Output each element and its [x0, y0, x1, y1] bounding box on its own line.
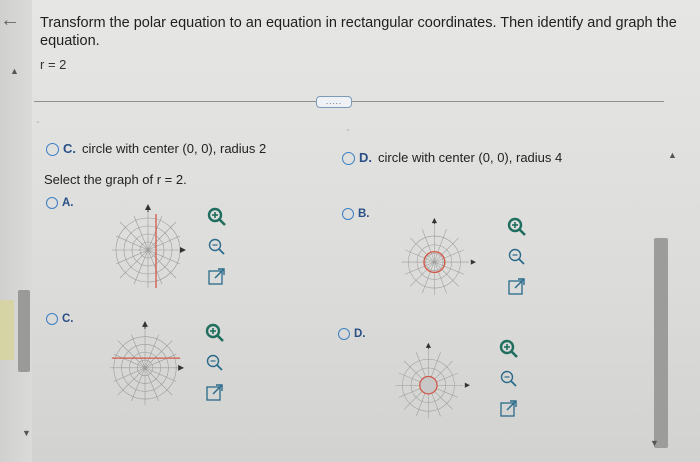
zoom-out-icon[interactable] [498, 368, 520, 390]
option-letter: B. [358, 208, 370, 221]
scroll-up-icon[interactable]: ▲ [668, 150, 677, 160]
scroll-down-icon[interactable]: ▼ [650, 438, 659, 448]
graph-option-a[interactable]: A. [46, 197, 74, 209]
zoom-in-icon[interactable] [204, 322, 226, 344]
open-new-window-icon[interactable] [506, 276, 528, 298]
graph-option-d[interactable]: D. [338, 328, 366, 340]
left-highlight [0, 300, 14, 360]
graph-tools-d [498, 338, 522, 428]
graph-tools-a [206, 206, 230, 296]
choice-c[interactable]: C. circle with center (0, 0), radius 2 [46, 141, 267, 157]
option-letter: C. [62, 313, 74, 326]
zoom-out-icon[interactable] [204, 352, 226, 374]
open-new-window-icon[interactable] [206, 266, 228, 288]
graph-tools-c [204, 322, 228, 412]
right-scrollbar[interactable] [654, 238, 668, 448]
tick-mark: - [36, 116, 40, 128]
question-prompt: Transform the polar equation to an equat… [40, 15, 677, 49]
graph-tools-b [506, 216, 530, 306]
choice-text: circle with center (0, 0), radius 4 [378, 150, 563, 165]
graph-option-b[interactable]: B. [342, 208, 370, 220]
polar-equation: r = 2 [40, 57, 67, 72]
polar-graph-a [112, 204, 186, 288]
zoom-out-icon[interactable] [206, 236, 228, 258]
radio-d[interactable] [342, 152, 355, 166]
radio-a[interactable] [46, 197, 58, 209]
zoom-in-icon[interactable] [506, 216, 528, 238]
page: ← ▲ ▼ Transform the polar equation to an… [0, 0, 700, 462]
scroll-down-icon[interactable]: ▼ [22, 428, 31, 438]
choice-d[interactable]: D. circle with center (0, 0), radius 4 [342, 150, 563, 166]
polar-graph-b [401, 217, 476, 295]
choice-letter: D. [359, 150, 372, 165]
open-new-window-icon[interactable] [204, 382, 226, 404]
radio-d-graph[interactable] [338, 328, 350, 340]
radio-b[interactable] [342, 208, 354, 220]
polar-graph-d [395, 342, 470, 419]
zoom-in-icon[interactable] [206, 206, 228, 228]
zoom-in-icon[interactable] [498, 338, 520, 360]
select-graph-instruction: Select the graph of r = 2. [44, 172, 187, 187]
back-arrow-icon[interactable]: ← [0, 8, 20, 32]
option-letter: D. [354, 328, 366, 341]
tick-mark: - [346, 124, 350, 136]
left-scrollbar[interactable] [18, 290, 30, 372]
zoom-out-icon[interactable] [506, 246, 528, 268]
polar-graph-c [109, 321, 184, 405]
radio-c-graph[interactable] [46, 313, 58, 325]
graph-option-c[interactable]: C. [46, 313, 74, 325]
option-letter: A. [62, 197, 74, 210]
choice-letter: C. [63, 141, 76, 156]
open-new-window-icon[interactable] [498, 398, 520, 420]
radio-c[interactable] [46, 143, 59, 157]
choice-text: circle with center (0, 0), radius 2 [82, 141, 267, 156]
scroll-up-icon[interactable]: ▲ [10, 66, 19, 76]
expand-divider-button[interactable]: ..... [316, 96, 352, 108]
